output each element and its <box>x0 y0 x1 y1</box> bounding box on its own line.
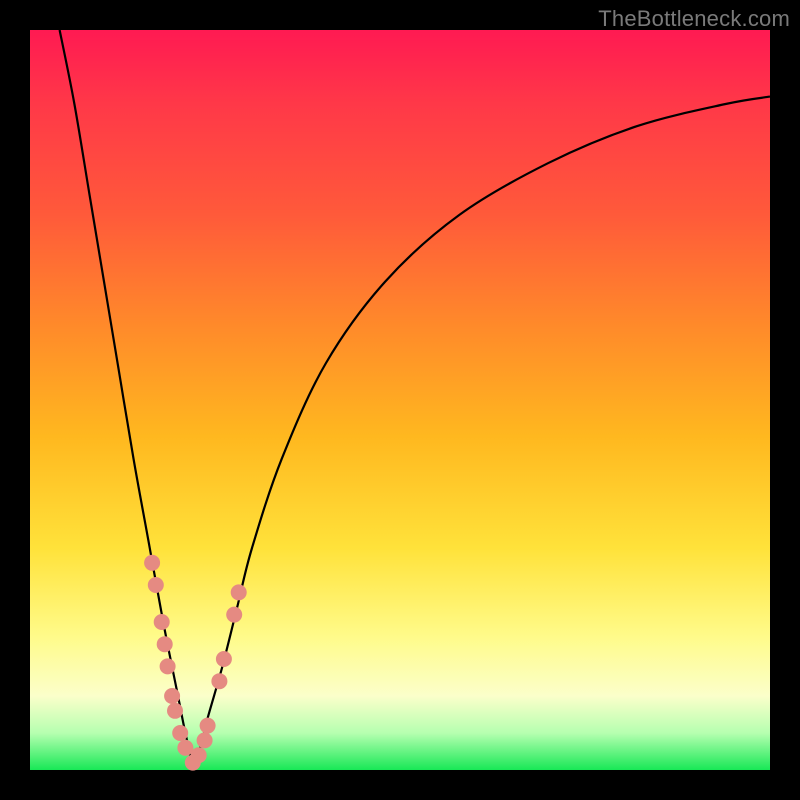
marker-bead <box>216 651 232 667</box>
marker-bead <box>211 673 227 689</box>
marker-bead <box>154 614 170 630</box>
marker-bead <box>172 725 188 741</box>
marker-bead <box>164 688 180 704</box>
marker-bead <box>167 703 183 719</box>
curve-group <box>60 30 770 763</box>
marker-bead <box>226 607 242 623</box>
marker-bead <box>144 555 160 571</box>
marker-bead <box>191 747 207 763</box>
marker-bead <box>160 658 176 674</box>
bottleneck-curve <box>60 30 770 763</box>
chart-svg <box>30 30 770 770</box>
plot-area <box>30 30 770 770</box>
marker-beads <box>144 555 247 771</box>
watermark-text: TheBottleneck.com <box>598 6 790 32</box>
outer-frame: TheBottleneck.com <box>0 0 800 800</box>
marker-bead <box>157 636 173 652</box>
marker-bead <box>231 584 247 600</box>
marker-bead <box>197 732 213 748</box>
marker-bead <box>148 577 164 593</box>
marker-bead <box>200 718 216 734</box>
